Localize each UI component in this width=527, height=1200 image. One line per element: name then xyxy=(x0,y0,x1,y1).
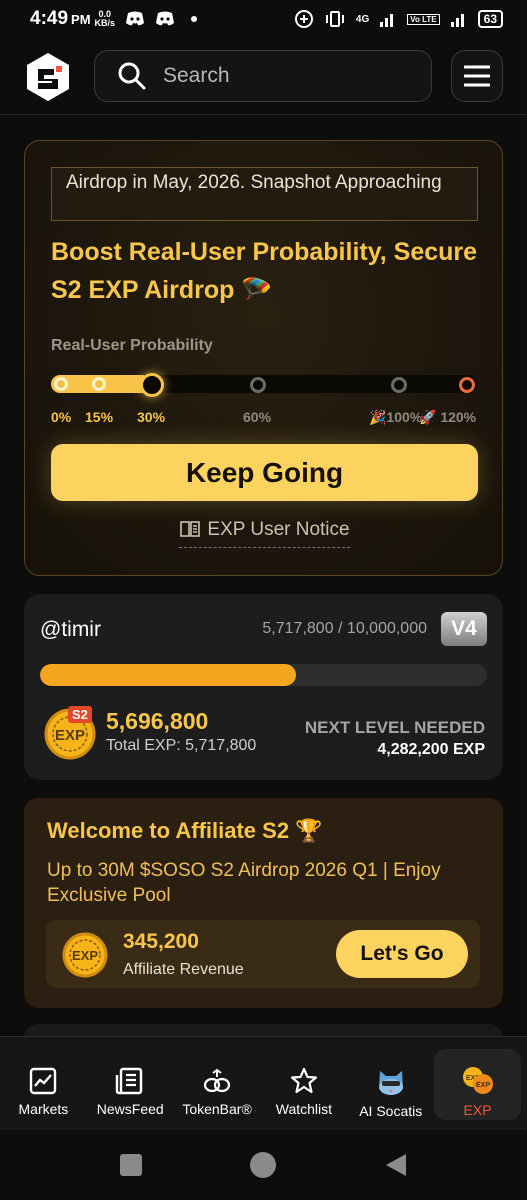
tick-0: 0% xyxy=(51,409,72,425)
home-button[interactable] xyxy=(249,1152,276,1178)
milestone-dot-15 xyxy=(92,377,106,391)
nav-label: Markets xyxy=(18,1101,69,1117)
username: @timir xyxy=(40,618,101,641)
news-icon xyxy=(116,1067,143,1095)
chart-icon xyxy=(30,1067,57,1095)
signal-icon xyxy=(380,14,394,27)
level-progress-bar xyxy=(40,664,487,686)
airdrop-banner: Airdrop in May, 2026. Snapshot Approachi… xyxy=(51,167,478,221)
exp-value: 5,696,800 xyxy=(106,708,209,734)
next-level-value: 4,282,200 EXP xyxy=(377,741,485,758)
discord-icon xyxy=(156,11,175,26)
battery-indicator: 63 xyxy=(477,10,503,28)
nav-exp[interactable]: EXP EXP EXP xyxy=(434,1049,521,1120)
probability-label: Real-User Probability xyxy=(51,337,213,354)
menu-button[interactable] xyxy=(451,50,503,102)
tick-120: 🚀 120% xyxy=(419,409,477,425)
notice-book-icon xyxy=(180,521,201,537)
svg-text:EXP: EXP xyxy=(55,727,85,744)
next-level-label: NEXT LEVEL NEEDED xyxy=(304,718,485,737)
notification-dot-icon xyxy=(191,16,198,22)
vibrate-icon xyxy=(325,11,344,27)
clock-ampm: PM xyxy=(71,11,91,27)
level-badge: V4 xyxy=(441,612,487,646)
svg-text:EXP: EXP xyxy=(72,948,98,963)
milestone-dot-100 xyxy=(391,377,407,393)
nav-label: EXP xyxy=(463,1102,492,1118)
tokenbar-icon xyxy=(203,1068,231,1093)
signal-icon xyxy=(450,14,464,27)
milestone-dot-120 xyxy=(459,377,475,393)
nav-markets[interactable]: Markets xyxy=(0,1037,87,1130)
milestone-dot-0 xyxy=(54,377,68,391)
sosovalue-logo-icon[interactable] xyxy=(24,51,72,103)
affiliate-subtitle: Up to 30M $SOSO S2 Airdrop 2026 Q1 | Enj… xyxy=(47,860,441,906)
hamburger-icon xyxy=(464,65,490,87)
nav-label: Watchlist xyxy=(275,1101,333,1117)
tick-60: 60% xyxy=(243,409,272,425)
net-speed: 0.0 KB/s xyxy=(94,9,116,28)
search-icon xyxy=(118,62,146,90)
affiliate-revenue-box: EXP 345,200 Affiliate Revenue Let's Go xyxy=(46,920,480,988)
exp-progress-text: 5,717,800 / 10,000,000 xyxy=(262,620,427,637)
nav-tokenbar[interactable]: TokenBar® xyxy=(174,1037,261,1130)
exp-user-notice-link[interactable]: EXP User Notice xyxy=(179,519,350,548)
affiliate-revenue-label: Affiliate Revenue xyxy=(123,961,244,978)
nav-newsfeed[interactable]: NewsFeed xyxy=(87,1037,174,1130)
ai-cat-icon xyxy=(378,1071,403,1095)
notice-label: EXP User Notice xyxy=(207,519,350,540)
airdrop-title: Boost Real-User Probability, Secure S2 E… xyxy=(51,238,478,304)
back-icon[interactable] xyxy=(384,1152,408,1178)
search-bar[interactable]: Search xyxy=(94,50,432,102)
tick-30: 30% xyxy=(137,409,166,425)
data-saver-icon xyxy=(294,10,313,28)
nav-ai-socatis[interactable]: AI Socatis xyxy=(347,1037,434,1130)
nav-label: TokenBar® xyxy=(182,1101,252,1117)
total-exp: Total EXP: 5,717,800 xyxy=(106,737,257,754)
milestone-dot-60 xyxy=(250,377,266,393)
keep-going-button[interactable]: Keep Going xyxy=(51,444,478,501)
header-divider xyxy=(0,114,527,115)
app-header: Search xyxy=(0,48,527,106)
recents-button[interactable] xyxy=(119,1154,142,1176)
affiliate-title: Welcome to Affiliate S2 🏆 xyxy=(47,818,323,843)
affiliate-revenue-value: 345,200 xyxy=(123,930,199,953)
star-icon xyxy=(290,1067,317,1094)
bottom-nav: Markets NewsFeed TokenBar® Watchlist AI … xyxy=(0,1036,527,1130)
nav-label: NewsFeed xyxy=(96,1101,164,1117)
discord-icon xyxy=(126,11,145,26)
affiliate-card: Welcome to Affiliate S2 🏆 Up to 30M $SOS… xyxy=(24,798,503,1008)
user-level-card: @timir 5,717,800 / 10,000,000 V4 EXP S2 … xyxy=(24,594,503,780)
system-nav-bar xyxy=(0,1130,527,1200)
level-progress-fill xyxy=(40,664,296,686)
exp-coin-icon: EXP xyxy=(62,932,108,978)
tick-100: 🎉100% xyxy=(369,409,423,425)
lets-go-button[interactable]: Let's Go xyxy=(336,930,468,978)
clock: 4:49 xyxy=(30,8,69,29)
svg-text:EXP: EXP xyxy=(476,1082,490,1089)
search-input[interactable]: Search xyxy=(163,64,230,88)
volte-badge: Vo LTE xyxy=(407,13,440,25)
nav-label: AI Socatis xyxy=(359,1103,423,1119)
milestone-dot-30 xyxy=(140,373,164,397)
status-bar: 4:49 PM 0.0 KB/s 4G Vo LTE 63 xyxy=(0,0,527,38)
exp-icon: EXPEXP xyxy=(462,1067,493,1094)
nav-watchlist[interactable]: Watchlist xyxy=(260,1037,347,1130)
network-type: 4G xyxy=(355,13,370,25)
exp-user-notice: EXP User Notice xyxy=(25,519,504,548)
airdrop-card: Airdrop in May, 2026. Snapshot Approachi… xyxy=(24,140,503,576)
season-badge: S2 xyxy=(68,706,92,723)
tick-15: 15% xyxy=(85,409,114,425)
